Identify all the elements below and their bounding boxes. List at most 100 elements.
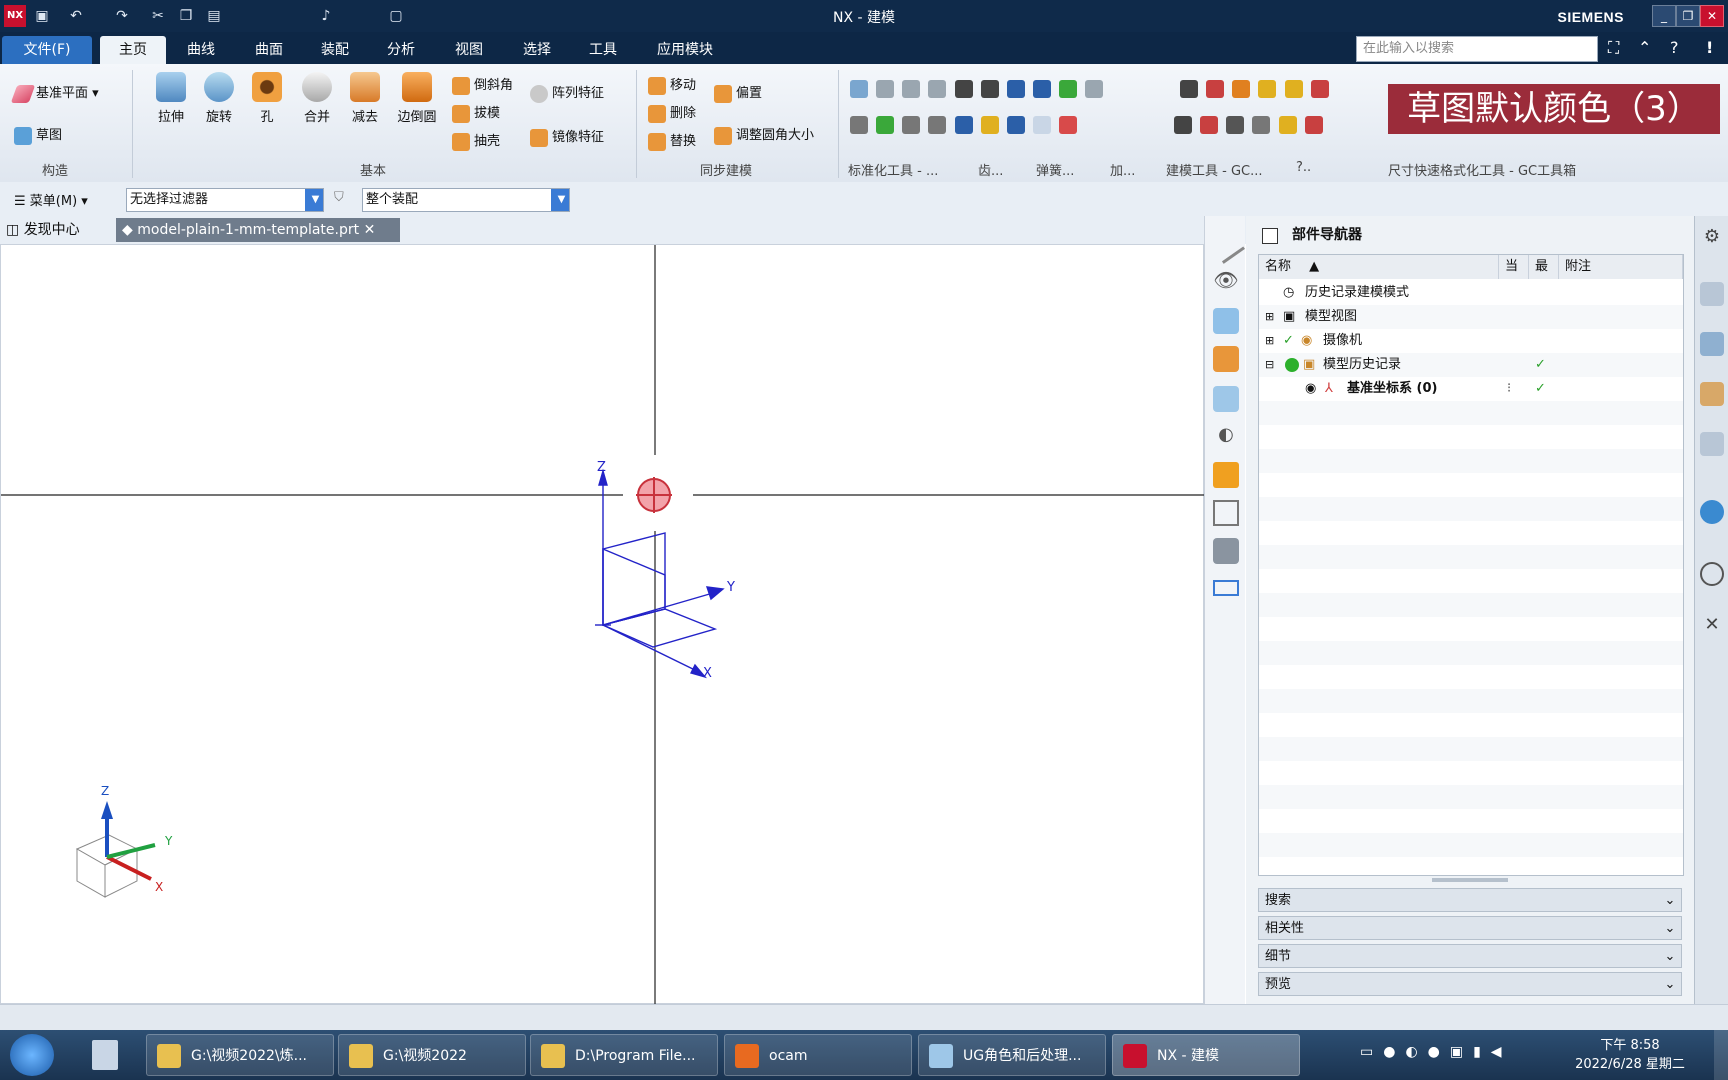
graphics-window[interactable]: Z Y X Z Y X [0,244,1205,1005]
tool-icon[interactable] [1278,116,1297,134]
taskbar-item[interactable]: G:\视频2022\炼... [146,1034,334,1076]
shell-button[interactable]: 抽壳 [452,130,500,151]
close-tab-icon[interactable]: ✕ [364,222,376,238]
section-details[interactable]: 细节 ⌄ [1258,944,1682,968]
chevron-down-icon[interactable]: ⌄ [1659,973,1681,997]
col-latest[interactable]: 最 [1529,255,1559,279]
tab-analysis[interactable]: 分析 [368,36,434,64]
col-name[interactable]: 名称 ▲ [1259,255,1499,279]
history-clock-icon[interactable] [1700,562,1724,586]
mirror-feature-button[interactable]: 镜像特征 [530,126,604,147]
tool-icon[interactable] [1174,116,1192,134]
chevron-down-icon[interactable]: ⌄ [1659,945,1681,969]
tool-icon[interactable] [902,116,921,134]
tab-view[interactable]: 视图 [436,36,502,64]
tab-tools[interactable]: 工具 [570,36,636,64]
measure-icon[interactable] [1207,225,1245,264]
group-add-label[interactable]: 加... [1110,160,1135,179]
sketch-edit-icon[interactable] [1213,308,1239,334]
tools-icon[interactable]: ✕ [1700,614,1724,638]
restore-button[interactable]: ❐ [1676,5,1700,27]
chevron-down-icon[interactable]: ▼ [551,189,569,211]
reuse-library-icon[interactable] [1700,382,1724,406]
tab-home[interactable]: 主页 [100,36,166,64]
tool-icon[interactable] [1032,116,1051,134]
tool-icon[interactable] [876,116,895,134]
type-filter-select[interactable]: 无选择过滤器 ▼ [126,188,324,212]
filter-icon[interactable]: ⛉ [334,190,344,205]
group-std-tools-label[interactable]: 标准化工具 - ... [848,160,938,179]
group-gear-label[interactable]: 齿... [978,160,1003,179]
tool-icon[interactable] [1085,80,1104,98]
menu-button[interactable]: ☰ 菜单(M) ▾ [14,190,88,209]
chevron-down-icon[interactable]: ▼ [305,189,323,211]
tab-discovery-center[interactable]: ◫ 发现中心 [6,218,112,242]
expand-icon[interactable]: ⊞ [1265,329,1274,353]
tool-icon[interactable] [1232,80,1251,98]
tree-row[interactable]: ◉ ⅄ 基准坐标系 (0) ⁝ ✓ [1259,377,1683,401]
chevron-down-icon[interactable]: ⌄ [1659,889,1681,913]
panel-splitter[interactable] [1432,878,1508,882]
datum-plane-button[interactable]: 基准平面 ▾ [10,82,99,103]
tab-part-file[interactable]: ◆ model-plain-1-mm-template.prt ✕ [116,218,400,242]
tool-icon[interactable] [850,116,868,134]
delete-face-button[interactable]: 删除 [648,102,696,123]
unite-button[interactable]: 合并 [294,72,340,125]
part-navigator-icon[interactable] [1700,332,1724,356]
selection-box-icon[interactable] [1213,580,1239,596]
show-desktop-button[interactable] [1714,1030,1728,1080]
hole-button[interactable]: 孔 [244,72,290,125]
render-style-icon[interactable] [1213,538,1239,564]
view-layers-icon[interactable]: ◐ [1213,424,1239,450]
offset-region-button[interactable]: 偏置 [714,82,762,103]
section-search[interactable]: 搜索 ⌄ [1258,888,1682,912]
col-current[interactable]: 当 [1499,255,1529,279]
navigator-pin-icon[interactable] [1262,228,1278,244]
taskbar-item[interactable]: G:\视频2022 [338,1034,526,1076]
tree-row[interactable]: ⊞ ▣ 模型视图 [1259,305,1683,329]
tool-icon[interactable] [1310,80,1329,98]
taskbar-item[interactable]: D:\Program File... [530,1034,718,1076]
tool-icon[interactable] [850,80,868,98]
subtract-button[interactable]: 减去 [342,72,388,125]
edit-object-display-icon[interactable] [1213,346,1239,372]
assembly-navigator-icon[interactable] [1700,282,1724,306]
tool-icon[interactable] [1059,116,1078,134]
group-model-gc-label[interactable]: 建模工具 - GC... [1166,160,1263,179]
tool-icon[interactable] [1059,80,1078,98]
tab-curve[interactable]: 曲线 [168,36,234,64]
hd3d-icon[interactable] [1700,432,1724,456]
command-search-input[interactable]: 在此输入以搜索 [1356,36,1598,62]
chevron-down-icon[interactable]: ⌄ [1659,917,1681,941]
tool-icon[interactable] [1284,80,1303,98]
tool-icon[interactable] [928,116,947,134]
replace-face-button[interactable]: 替换 [648,130,696,151]
tool-icon[interactable] [1032,80,1051,98]
group-misc-label[interactable]: ?.. [1296,160,1311,175]
tool-icon[interactable] [1226,116,1245,134]
move-face-button[interactable]: 移动 [648,74,696,95]
tool-icon[interactable] [980,80,999,98]
start-button[interactable] [10,1034,54,1076]
standard-tools-icons-row2[interactable] [850,116,1180,140]
help-icon[interactable]: ? [1670,38,1679,57]
expand-icon[interactable]: ⊞ [1265,305,1274,329]
tab-assembly[interactable]: 装配 [302,36,368,64]
minimize-button[interactable]: _ [1652,5,1676,27]
sketch-button[interactable]: 草图 [14,124,62,145]
extrude-button[interactable]: 拉伸 [148,72,194,125]
gc-tools-icons-row2[interactable] [1174,116,1404,140]
group-dim-gc-label[interactable]: 尺寸快速格式化工具 - GC工具箱 [1388,160,1576,179]
tool-icon[interactable] [1304,116,1323,134]
collapse-ribbon-icon[interactable]: ⌃ [1638,38,1651,57]
revolve-button[interactable]: 旋转 [196,72,242,125]
section-preview[interactable]: 预览 ⌄ [1258,972,1682,996]
tool-icon[interactable] [980,116,999,134]
tool-icon[interactable] [928,80,947,98]
tool-icon[interactable] [1200,116,1219,134]
settings-gear-icon[interactable]: ⚙ [1700,226,1724,250]
tab-select[interactable]: 选择 [504,36,570,64]
tray-icons[interactable]: ▭●◐●▣▮◀ [1360,1044,1560,1064]
move-object-icon[interactable] [1213,462,1239,488]
fit-view-icon[interactable] [1213,500,1239,526]
